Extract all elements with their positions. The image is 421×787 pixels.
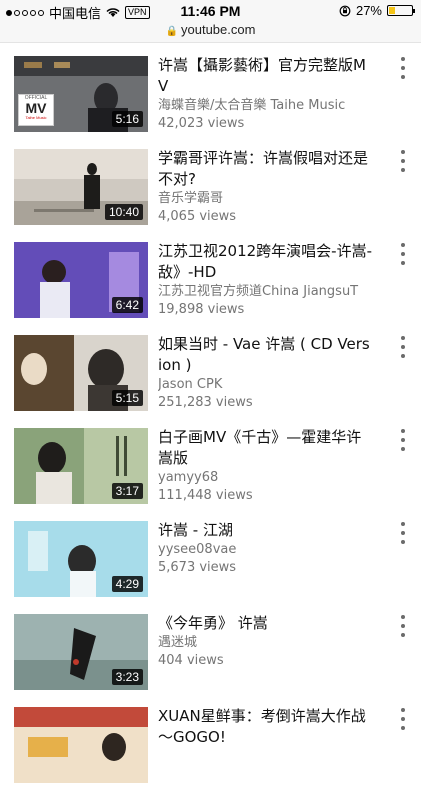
rotation-lock-icon [339,5,351,16]
video-duration: 3:23 [111,669,143,685]
video-info[interactable]: 《今年勇》 许嵩 遇迷城 404 views [158,613,373,670]
view-count: 42,023 views [158,116,245,131]
view-count: 4,065 views [158,209,237,224]
more-options-icon[interactable] [398,429,408,451]
video-info[interactable]: 如果当时 - Vae 许嵩 ( CD Version ) Jason CPK 2… [158,334,373,412]
video-duration: 10:40 [104,204,143,220]
battery-icon [387,5,415,16]
status-right: 27% [339,3,415,18]
url-bar[interactable]: 🔒 youtube.com [0,22,421,43]
official-mv-badge: OFFICIAL MV Taihe Music [18,94,54,126]
channel-name: yysee08vae [158,542,237,557]
channel-name: yamyy68 [158,470,219,485]
video-title[interactable]: 许嵩 - 江湖 [158,520,373,541]
video-item[interactable]: 10:40 学霸哥评许嵩：许嵩假唱对还是不对? 音乐学霸哥 4,065 view… [0,136,421,229]
channel-name: 遇迷城 [158,635,198,650]
video-duration: 5:15 [111,390,143,406]
lock-icon: 🔒 [165,26,178,37]
video-item[interactable]: 3:23 《今年勇》 许嵩 遇迷城 404 views [0,601,421,694]
video-info[interactable]: 白子画MV《千古》—霍建华许嵩版 yamyy68 111,448 views [158,427,373,505]
video-title[interactable]: 许嵩【攝影藝術】官方完整版MV [158,55,373,97]
video-title[interactable]: 江苏卫视2012跨年演唱会-许嵩-敌》-HD [158,241,373,283]
video-title[interactable]: 白子画MV《千古》—霍建华许嵩版 [158,427,373,469]
more-options-icon[interactable] [398,336,408,358]
video-duration: 6:42 [111,297,143,313]
url-text: youtube.com [181,22,256,37]
video-thumbnail[interactable]: 5:15 [14,335,148,411]
video-title[interactable]: XUAN星鲜事：考倒许嵩大作战～GOGO! [158,706,373,748]
video-item[interactable]: 6:42 江苏卫视2012跨年演唱会-许嵩-敌》-HD 江苏卫视官方频道Chin… [0,229,421,322]
video-title[interactable]: 如果当时 - Vae 许嵩 ( CD Version ) [158,334,373,376]
more-options-icon[interactable] [398,57,408,79]
video-info[interactable]: 许嵩【攝影藝術】官方完整版MV 海蝶音樂/太合音樂 Taihe Music 42… [158,55,373,133]
video-item[interactable]: OFFICIAL MV Taihe Music 5:16 许嵩【攝影藝術】官方完整版… [0,43,421,136]
channel-name: Jason CPK [158,377,223,392]
video-thumbnail[interactable]: 6:42 [14,242,148,318]
channel-name: 音乐学霸哥 [158,191,224,206]
video-thumbnail[interactable]: 4:29 [14,521,148,597]
view-count: 251,283 views [158,395,253,410]
video-title[interactable]: 学霸哥评许嵩：许嵩假唱对还是不对? [158,148,373,190]
view-count: 5,673 views [158,560,237,575]
more-options-icon[interactable] [398,615,408,637]
more-options-icon[interactable] [398,522,408,544]
video-thumbnail[interactable]: 3:23 [14,614,148,690]
more-options-icon[interactable] [398,150,408,172]
more-options-icon[interactable] [398,243,408,265]
thumbnail-image [14,707,148,783]
video-info[interactable]: 许嵩 - 江湖 yysee08vae 5,673 views [158,520,373,577]
video-thumbnail[interactable]: 10:40 [14,149,148,225]
view-count: 19,898 views [158,302,245,317]
video-item[interactable]: 5:15 如果当时 - Vae 许嵩 ( CD Version ) Jason … [0,322,421,415]
video-info[interactable]: XUAN星鲜事：考倒许嵩大作战～GOGO! [158,706,373,748]
video-duration: 5:16 [111,111,143,127]
view-count: 111,448 views [158,488,253,503]
video-info[interactable]: 江苏卫视2012跨年演唱会-许嵩-敌》-HD 江苏卫视官方频道China Jia… [158,241,373,319]
channel-name: 江苏卫视官方频道China JiangsuT [158,284,359,299]
video-item[interactable]: XUAN星鲜事：考倒许嵩大作战～GOGO! [0,694,421,787]
video-thumbnail[interactable]: 3:17 [14,428,148,504]
channel-name: 海蝶音樂/太合音樂 Taihe Music [158,98,346,113]
video-title[interactable]: 《今年勇》 许嵩 [158,613,373,634]
video-item[interactable]: 3:17 白子画MV《千古》—霍建华许嵩版 yamyy68 111,448 vi… [0,415,421,508]
battery-percent: 27% [355,3,382,18]
video-info[interactable]: 学霸哥评许嵩：许嵩假唱对还是不对? 音乐学霸哥 4,065 views [158,148,373,226]
video-thumbnail[interactable]: OFFICIAL MV Taihe Music 5:16 [14,56,148,132]
video-duration: 3:17 [111,483,143,499]
video-thumbnail[interactable] [14,707,148,783]
video-duration: 4:29 [111,576,143,592]
more-options-icon[interactable] [398,708,408,730]
video-item[interactable]: 4:29 许嵩 - 江湖 yysee08vae 5,673 views [0,508,421,601]
view-count: 404 views [158,653,224,668]
status-bar: 中国电信 VPN 11:46 PM 27% [0,0,421,22]
